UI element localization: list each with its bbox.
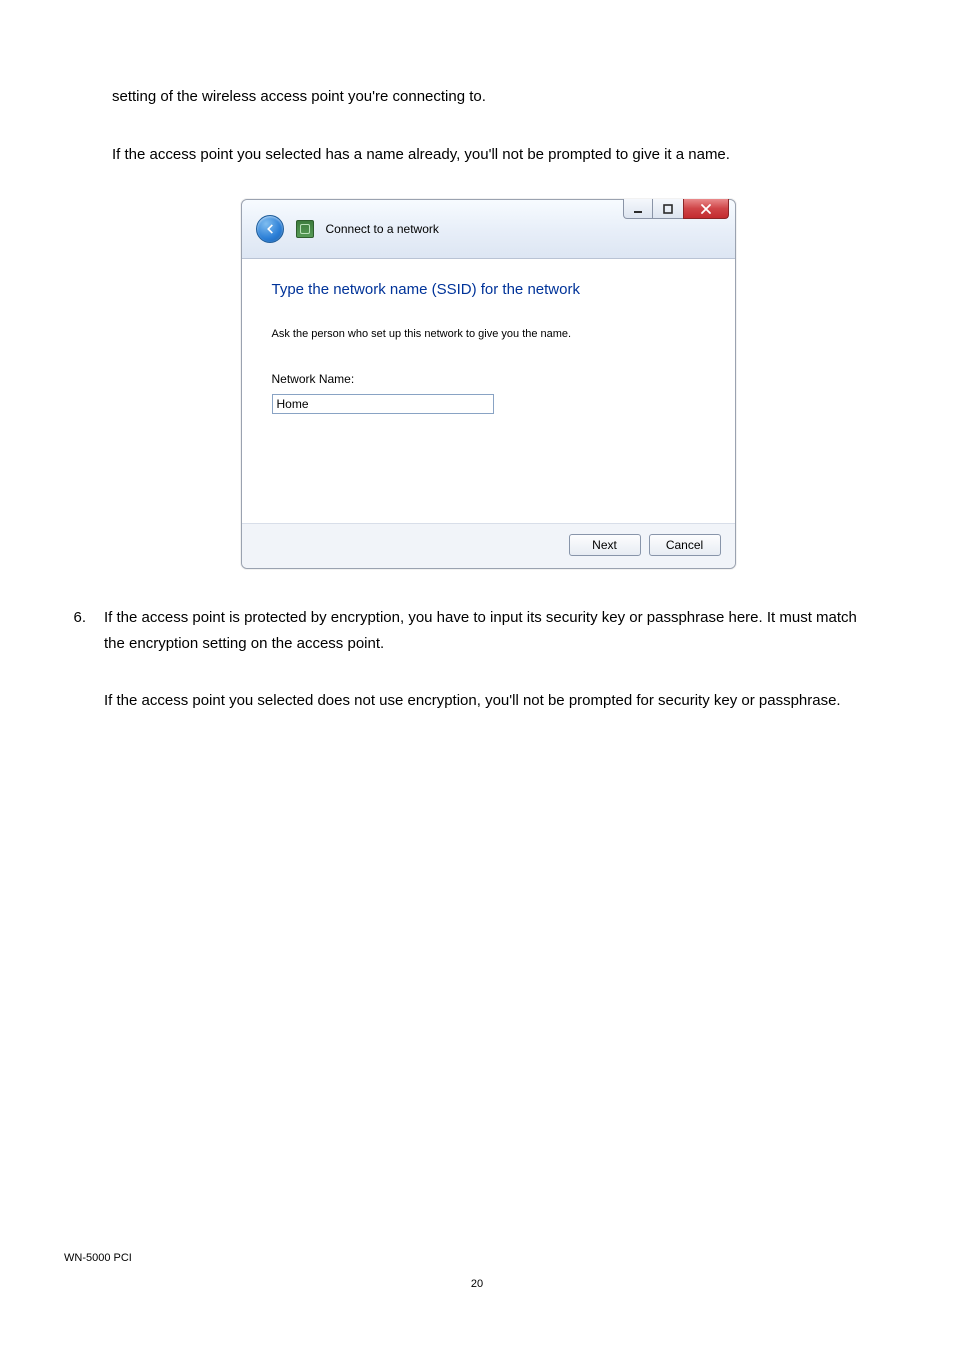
list-number-6: 6.	[64, 605, 86, 746]
minimize-icon	[633, 204, 643, 214]
dialog-header: Connect to a network	[242, 200, 735, 259]
paragraph-setting: setting of the wireless access point you…	[112, 84, 864, 110]
cancel-button[interactable]: Cancel	[649, 534, 721, 556]
step6-paragraph-1: If the access point is protected by encr…	[104, 605, 864, 656]
dialog-heading: Type the network name (SSID) for the net…	[272, 277, 705, 303]
paragraph-name-note: If the access point you selected has a n…	[112, 142, 864, 168]
window-chrome-controls	[623, 199, 729, 219]
network-icon	[296, 220, 314, 238]
page-number: 20	[0, 1278, 954, 1290]
dialog-footer: Next Cancel	[242, 523, 735, 568]
dialog-subtext: Ask the person who set up this network t…	[272, 325, 705, 344]
footer-model: WN-5000 PCI	[64, 1252, 132, 1264]
step6-paragraph-2: If the access point you selected does no…	[104, 688, 864, 714]
connect-network-dialog: Connect to a network Type the network na…	[241, 199, 736, 569]
next-button[interactable]: Next	[569, 534, 641, 556]
minimize-button[interactable]	[623, 199, 653, 219]
network-name-label: Network Name:	[272, 369, 705, 389]
arrow-left-icon	[263, 222, 277, 236]
dialog-title: Connect to a network	[326, 219, 439, 239]
maximize-icon	[663, 204, 673, 214]
close-icon	[701, 204, 711, 214]
maximize-button[interactable]	[653, 199, 683, 219]
back-button[interactable]	[256, 215, 284, 243]
network-name-input[interactable]	[272, 394, 494, 414]
close-button[interactable]	[683, 199, 729, 219]
